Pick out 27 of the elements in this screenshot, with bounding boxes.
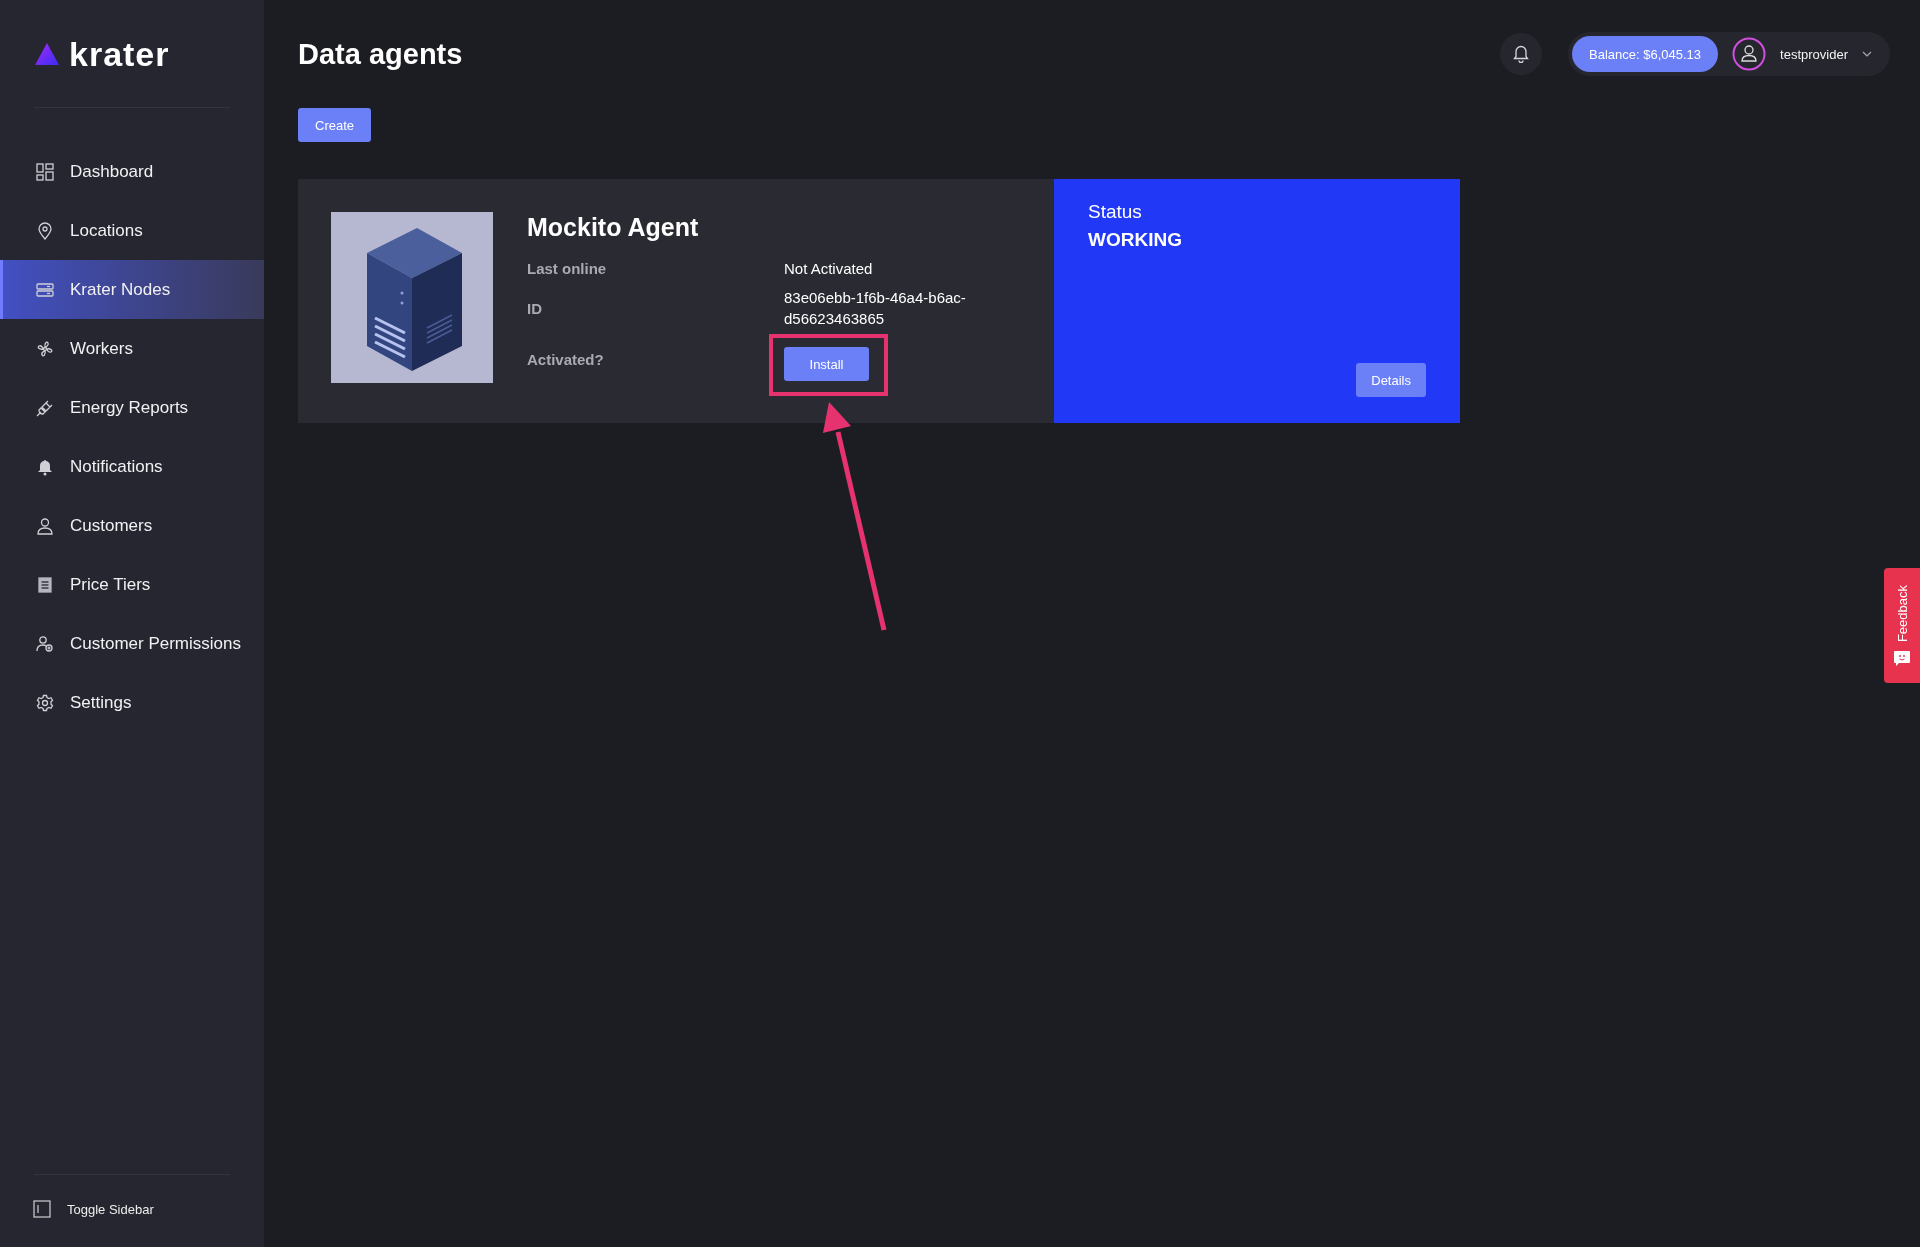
field-label: Last online — [527, 260, 608, 277]
feedback-tab[interactable]: Feedback — [1884, 568, 1920, 683]
toggle-sidebar-link[interactable]: Toggle Sidebar — [0, 1195, 264, 1237]
status-value: WORKING — [1088, 229, 1183, 251]
sidebar-item[interactable]: Workers — [0, 319, 264, 378]
field-label: ID — [527, 299, 543, 317]
balance-button[interactable]: Balance: $6,045.13 — [1572, 36, 1719, 72]
username[interactable]: testprovider — [1780, 46, 1848, 62]
field-label: Activated? — [527, 350, 605, 368]
status-label: Status — [1088, 201, 1143, 223]
sidebar-item[interactable]: Locations — [0, 201, 264, 260]
install-button[interactable]: Install — [784, 347, 869, 381]
sidebar-item[interactable]: Customer Permissions — [0, 614, 264, 673]
logo-text: krater — [69, 38, 170, 70]
agent-name: Mockito Agent — [527, 212, 700, 242]
create-button[interactable]: Create — [298, 108, 372, 142]
sidebar-item[interactable]: Energy Reports — [0, 378, 264, 437]
sidebar-item[interactable]: Price Tiers — [0, 555, 264, 614]
sidebar-item[interactable]: Customers — [0, 496, 264, 555]
page-title: Data agents — [298, 37, 463, 71]
sidebar-item[interactable]: Settings — [0, 673, 264, 732]
field-value: 83e06ebb-1f6b-46a4-b6ac-d56623463865 — [784, 288, 967, 329]
sidebar-item[interactable]: Krater Nodes — [0, 260, 264, 319]
field-value: Not Activated — [784, 259, 874, 279]
details-button[interactable]: Details — [1356, 363, 1426, 397]
sidebar-item[interactable]: Dashboard — [0, 142, 264, 201]
sidebar-item[interactable]: Notifications — [0, 437, 264, 496]
